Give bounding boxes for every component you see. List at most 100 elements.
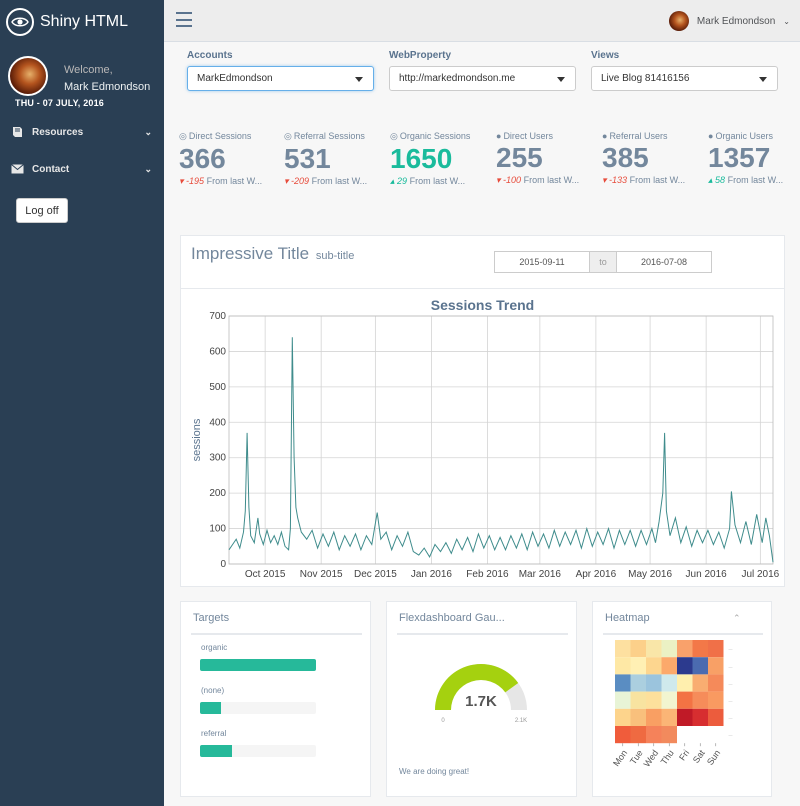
sidebar-item-contact[interactable]: Contact ⌄ (10, 160, 152, 178)
caret-down-icon: ▾ (179, 175, 184, 186)
heatmap-cell (646, 691, 662, 709)
stat-delta: -195 (186, 175, 205, 186)
stat-label-text: Referral Sessions (293, 131, 365, 141)
x-tick-label: Jun 2016 (686, 569, 728, 580)
accounts-select[interactable]: MarkEdmondson (187, 66, 374, 91)
x-tick-label: Mar 2016 (519, 569, 562, 580)
heatmap-cell (692, 708, 708, 726)
welcome-text: Welcome, (64, 64, 113, 76)
stat-change: ▾ -100 From last W... (496, 175, 596, 186)
user-menu[interactable]: Mark Edmondson ⌄ (668, 11, 790, 31)
card-title: Heatmap (605, 612, 650, 624)
stat-label-text: Direct Sessions (188, 131, 252, 141)
app-title: Shiny HTML (40, 13, 129, 30)
stat-label-text: Organic Sessions (399, 131, 471, 141)
heatmap-cell (615, 708, 631, 726)
heatmap-cell (615, 657, 631, 675)
stat-value: 531 (284, 143, 331, 174)
heatmap-cell (646, 726, 662, 744)
views-value: Live Blog 81416156 (601, 73, 690, 84)
divider (191, 633, 362, 635)
heatmap-row-label: — (729, 698, 733, 703)
stat-suffix: From last W... (727, 174, 784, 185)
sidebar-item-resources[interactable]: Resources ⌄ (10, 123, 152, 141)
accounts-label: Accounts (187, 50, 233, 61)
heatmap-cell (630, 640, 646, 658)
caret-down-icon: ▾ (602, 174, 607, 185)
views-label: Views (591, 50, 620, 61)
heatmap-cell (708, 674, 724, 692)
stat-suffix: From last W... (523, 174, 580, 185)
logoff-button[interactable]: Log off (16, 198, 68, 223)
y-tick-label: 200 (209, 488, 226, 499)
webproperty-select[interactable]: http://markedmondson.me (389, 66, 576, 91)
heatmap-cell (630, 674, 646, 692)
stat-change: ▴ 58 From last W... (708, 175, 800, 186)
target-progress-bar (200, 702, 316, 714)
stat-suffix: From last W... (409, 175, 466, 186)
heatmap-cell (646, 674, 662, 692)
heatmap-cell (661, 708, 677, 726)
gauge-chart: 1.7K 0 2.1K (435, 664, 527, 724)
sidebar-item-label: Contact (32, 163, 70, 175)
targets-card: Targets organic (none) referral (180, 601, 371, 797)
eye-icon (6, 8, 34, 36)
trend-panel: Impressive Title sub-title 2015-09-11 to… (180, 235, 785, 587)
webproperty-value: http://markedmondson.me (399, 73, 516, 84)
y-tick-label: 100 (209, 524, 226, 535)
gauge-value: 1.7K (465, 693, 497, 710)
stat-delta: 58 (715, 174, 726, 185)
user-icon: ● (496, 131, 502, 141)
heatmap-cell (630, 657, 646, 675)
card-title: Targets (193, 612, 230, 624)
top-nav: Mark Edmondson ⌄ (164, 0, 800, 42)
y-tick-label: 0 (220, 559, 226, 570)
heatmap-cell (692, 674, 708, 692)
stat-tile: ● Organic Users 1357 ▴ 58 From last W... (708, 131, 800, 186)
caret-up-icon: ▴ (708, 174, 713, 185)
target-progress-bar (200, 745, 316, 757)
x-tick-label: Jan 2016 (411, 569, 453, 580)
brand[interactable]: Shiny HTML (6, 6, 128, 38)
chevron-up-icon[interactable]: ⌃ (733, 613, 741, 624)
y-tick-label: 400 (209, 417, 226, 428)
stat-label: ● Direct Users (496, 131, 596, 141)
heatmap-cell (615, 726, 631, 744)
heatmap-cell (677, 708, 693, 726)
target-progress-bar (200, 659, 316, 671)
chevron-down-icon: ⌄ (144, 163, 152, 174)
card-title: Flexdashboard Gau... (399, 612, 505, 624)
avatar (668, 11, 689, 31)
plot-area (228, 315, 774, 565)
y-tick-label: 600 (209, 346, 226, 357)
menu-toggle-icon[interactable] (176, 12, 192, 27)
x-tick-label: Apr 2016 (576, 569, 617, 580)
x-tick-label: Dec 2015 (354, 569, 397, 580)
heatmap-cell (677, 640, 693, 658)
x-tick-label: May 2016 (628, 569, 672, 580)
gauge-card: Flexdashboard Gau... 1.7K 0 2.1K We are do… (386, 601, 577, 797)
stat-suffix: From last W... (629, 174, 686, 185)
target-progress-fill (200, 745, 233, 757)
stat-label: ◎ Direct Sessions (179, 131, 279, 142)
stat-value: 385 (602, 142, 649, 173)
heatmap-cell (708, 640, 724, 658)
caret-down-icon: ▾ (496, 174, 501, 185)
x-tick-label: Oct 2015 (245, 569, 286, 580)
stat-tile: ◎ Organic Sessions 1650 ▴ 29 From last W... (390, 131, 490, 187)
y-tick-label: 700 (209, 311, 226, 322)
stat-label-text: Organic Users (715, 131, 773, 141)
views-select[interactable]: Live Blog 81416156 (591, 66, 778, 91)
heatmap-row-label: — (729, 647, 733, 652)
x-tick-label: Nov 2015 (300, 569, 343, 580)
divider (397, 633, 568, 635)
heatmap-x-label: Wed (642, 748, 661, 769)
heatmap-cell (630, 708, 646, 726)
heatmap-cell (661, 674, 677, 692)
eye-icon: ◎ (390, 131, 398, 141)
current-date: THU - 07 JULY, 2016 (15, 98, 105, 108)
sidebar: Shiny HTML Welcome, Mark Edmondson THU -… (0, 0, 164, 806)
heatmap-cell (615, 674, 631, 692)
stat-tile: ◎ Referral Sessions 531 ▾ -209 From last W.… (284, 131, 384, 187)
heatmap-cell (646, 640, 662, 658)
